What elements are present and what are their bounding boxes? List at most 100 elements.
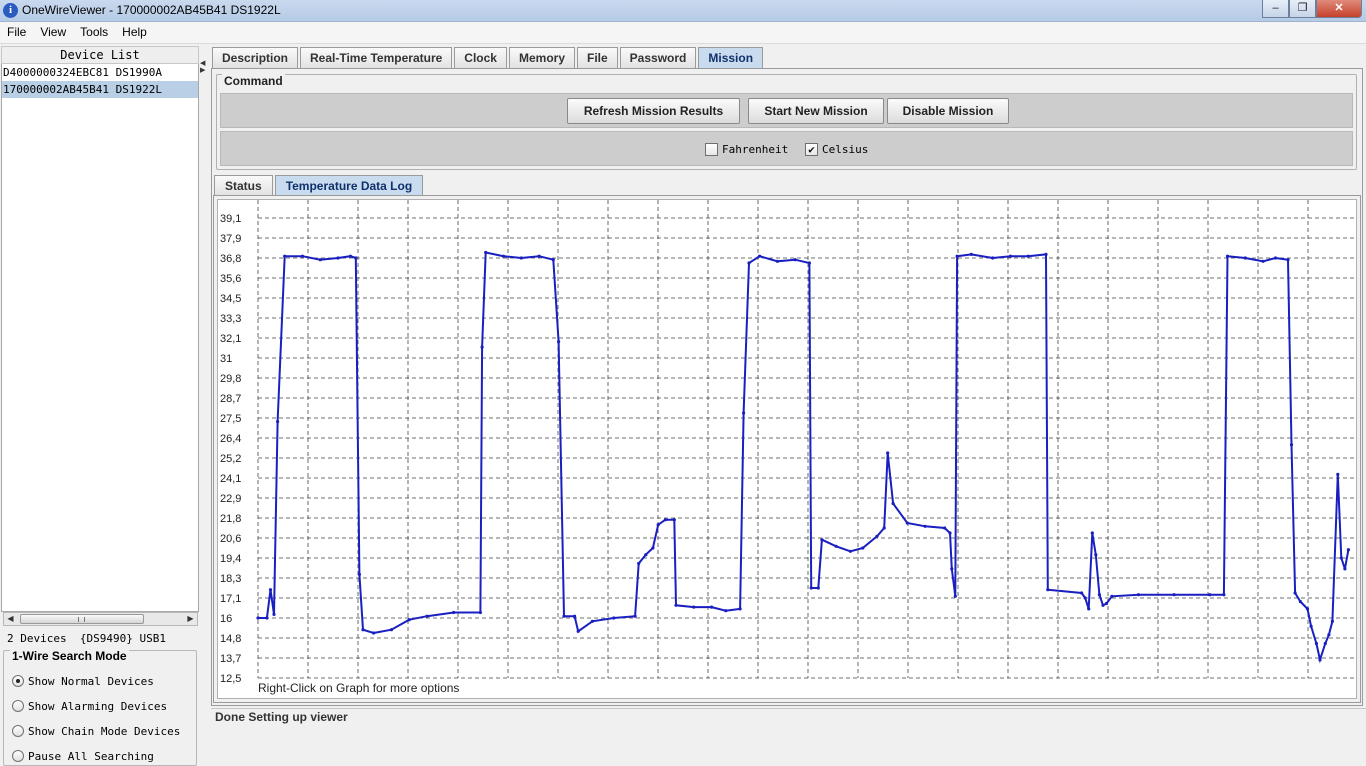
minimize-icon[interactable]: – — [1262, 0, 1289, 18]
data-point — [692, 605, 696, 609]
data-point — [834, 544, 838, 548]
data-point — [1314, 641, 1318, 646]
data-point — [747, 261, 751, 265]
data-point — [557, 340, 561, 344]
data-point — [1104, 601, 1109, 606]
data-point — [452, 610, 456, 615]
data-point — [651, 546, 655, 550]
data-point — [861, 546, 865, 550]
y-tick-label: 36,8 — [220, 253, 241, 265]
data-point — [758, 254, 762, 258]
data-point — [816, 586, 820, 590]
data-point — [519, 256, 523, 260]
data-point — [948, 531, 952, 535]
data-point — [1330, 619, 1334, 623]
data-point — [820, 538, 824, 542]
checkbox-checked-icon[interactable]: ✔ — [805, 142, 818, 156]
data-point — [1136, 593, 1141, 597]
start-new-mission-button[interactable]: Start New Mission — [748, 98, 884, 124]
device-item-selected[interactable]: 170000002AB45B41 DS1922L — [2, 81, 198, 98]
search-mode-title: 1-Wire Search Mode — [10, 649, 129, 663]
scroll-right-icon[interactable]: ▶ — [184, 613, 197, 625]
data-point — [256, 616, 260, 620]
data-point — [1026, 254, 1030, 258]
maximize-icon[interactable]: ❐ — [1289, 0, 1316, 18]
data-point — [1225, 254, 1230, 258]
radio-pause-searching[interactable]: Pause All Searching — [12, 748, 154, 764]
y-tick-label: 13,7 — [220, 653, 241, 665]
temperature-series-line — [258, 251, 1350, 664]
y-tick-label: 34,5 — [220, 293, 241, 305]
tab-clock[interactable]: Clock — [454, 47, 507, 68]
radio-show-chain[interactable]: Show Chain Mode Devices — [12, 723, 180, 739]
data-point — [905, 521, 909, 525]
scroll-left-icon[interactable]: ◀ — [4, 613, 17, 625]
refresh-mission-results-button[interactable]: Refresh Mission Results — [567, 98, 740, 124]
data-point — [950, 567, 954, 571]
command-group: Command Refresh Mission Results Start Ne… — [216, 74, 1357, 170]
radio-selected-icon[interactable] — [12, 675, 24, 687]
data-point — [1261, 259, 1265, 263]
device-panel: Device List D4000000324EBC81 DS1990A 170… — [0, 46, 205, 766]
radio-icon[interactable] — [12, 725, 24, 737]
tab-status[interactable]: Status — [214, 175, 273, 195]
command-title: Command — [222, 74, 285, 88]
splitter-arrows-icon[interactable]: ◀ ▶ — [200, 60, 205, 74]
menu-tools[interactable]: Tools — [73, 22, 115, 43]
close-icon[interactable]: ✕ — [1316, 0, 1362, 18]
device-list-scrollbar[interactable]: ◀ ▶ — [3, 612, 198, 626]
tab-memory[interactable]: Memory — [508, 47, 575, 68]
y-tick-label: 22,9 — [220, 493, 241, 505]
data-point — [1090, 531, 1094, 535]
data-point — [923, 524, 927, 528]
y-tick-label: 21,8 — [220, 513, 241, 525]
temperature-chart[interactable]: 39,1 37,9 36,8 35,6 34,5 33,3 32,1 31 29,8 28,7 27… — [218, 200, 1358, 700]
radio-show-alarming[interactable]: Show Alarming Devices — [12, 698, 167, 714]
menu-help[interactable]: Help — [115, 22, 154, 43]
data-point — [480, 345, 484, 349]
temperature-graph[interactable]: 39,1 37,9 36,8 35,6 34,5 33,3 32,1 31 29,8 28,7 27… — [217, 199, 1357, 699]
radio-icon[interactable] — [12, 750, 24, 762]
tab-file[interactable]: File — [577, 47, 618, 68]
data-point — [1286, 258, 1290, 262]
data-point — [1293, 591, 1297, 595]
data-point — [1110, 594, 1114, 598]
menu-view[interactable]: View — [33, 22, 73, 43]
data-point — [318, 258, 322, 262]
info-icon: i — [3, 3, 18, 18]
y-tick-label: 24,1 — [220, 473, 241, 485]
data-point — [633, 614, 637, 618]
checkbox-icon[interactable] — [705, 142, 718, 156]
data-point — [361, 628, 365, 632]
data-point — [1298, 600, 1302, 604]
viewer-tabs: Description Real-Time Temperature Clock … — [212, 47, 765, 69]
tab-temperature-data-log[interactable]: Temperature Data Log — [274, 175, 424, 196]
y-tick-label: 26,4 — [220, 433, 241, 445]
tab-mission[interactable]: Mission — [698, 47, 764, 69]
disable-mission-button[interactable]: Disable Mission — [887, 98, 1009, 124]
data-point — [407, 618, 411, 622]
radio-label: Show Alarming Devices — [28, 699, 168, 713]
scroll-thumb[interactable] — [20, 614, 144, 624]
data-point — [484, 250, 488, 255]
radio-label: Show Chain Mode Devices — [28, 724, 181, 738]
fahrenheit-checkbox[interactable]: Fahrenheit — [705, 141, 788, 157]
menu-file[interactable]: File — [0, 22, 33, 43]
data-point — [644, 553, 648, 557]
data-point — [1273, 256, 1278, 260]
tab-password[interactable]: Password — [619, 47, 697, 68]
device-item[interactable]: D4000000324EBC81 DS1990A — [2, 64, 198, 81]
radio-show-normal[interactable]: Show Normal Devices — [12, 673, 154, 689]
data-point — [268, 588, 273, 592]
tab-description[interactable]: Description — [212, 47, 299, 68]
celsius-checkbox[interactable]: ✔ Celsius — [805, 141, 868, 157]
data-point — [612, 616, 616, 620]
tab-real-time-temperature[interactable]: Real-Time Temperature — [300, 47, 453, 68]
data-point — [357, 572, 361, 576]
data-point — [283, 254, 287, 258]
checkbox-label: Fahrenheit — [722, 142, 789, 156]
data-point — [738, 607, 742, 611]
data-point — [348, 254, 353, 258]
radio-icon[interactable] — [12, 700, 24, 712]
command-buttons-row: Refresh Mission Results Start New Missio… — [220, 93, 1353, 128]
